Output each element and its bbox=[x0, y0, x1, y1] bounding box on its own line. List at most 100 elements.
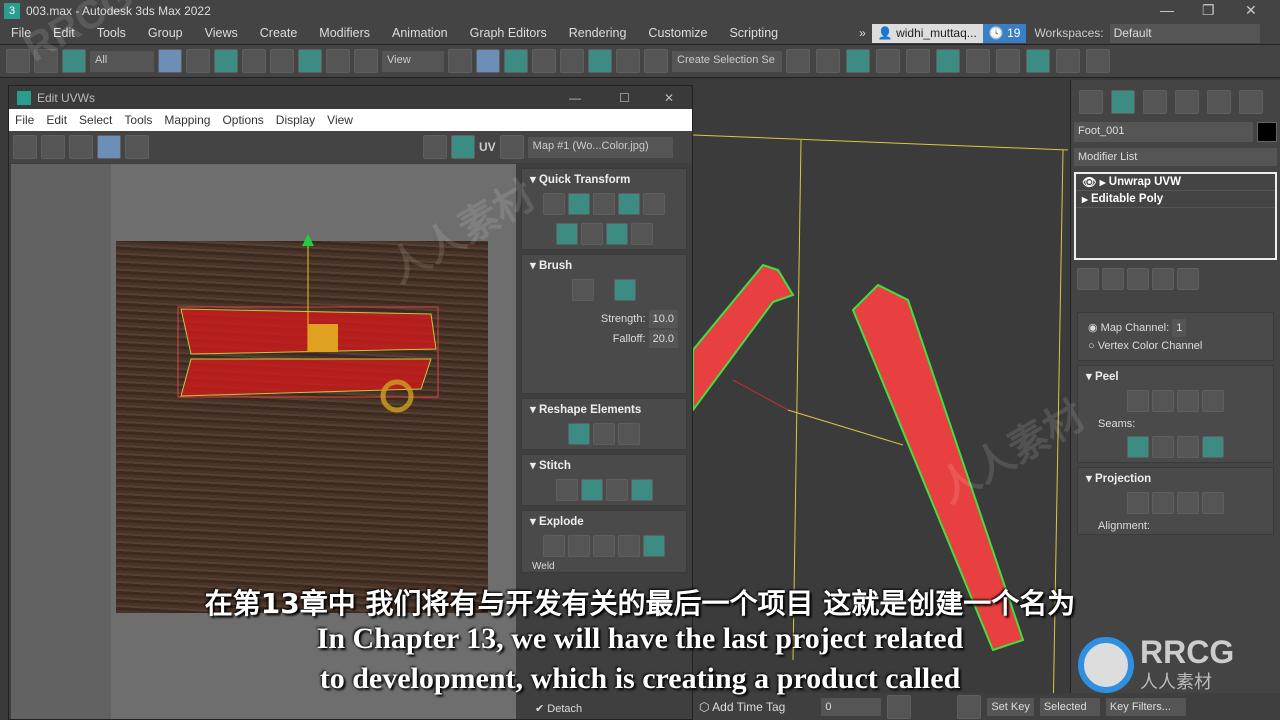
scale-icon[interactable] bbox=[326, 49, 350, 73]
stitch-to-target-icon[interactable] bbox=[580, 479, 603, 501]
uvw-menu-select[interactable]: Select bbox=[73, 113, 118, 127]
flatten-by-group-icon[interactable] bbox=[593, 535, 615, 557]
brush-header[interactable]: ▾ Brush bbox=[522, 255, 686, 275]
rotate-cw-icon[interactable] bbox=[605, 223, 628, 245]
peel-mode-icon[interactable] bbox=[1152, 390, 1174, 412]
select-manipulate-icon[interactable] bbox=[476, 49, 500, 73]
detach-checkbox[interactable]: ✔ Detach bbox=[535, 702, 582, 715]
make-unique-icon[interactable] bbox=[1127, 268, 1149, 290]
menu-rendering[interactable]: Rendering bbox=[558, 26, 638, 40]
utilities-icon[interactable] bbox=[1239, 90, 1263, 114]
paint-move-icon[interactable] bbox=[572, 279, 594, 301]
map-channel-radio[interactable]: ◉ Map Channel: 1 bbox=[1088, 319, 1263, 337]
select-object-icon[interactable] bbox=[158, 49, 182, 73]
selection-set-dropdown[interactable]: Create Selection Se bbox=[672, 50, 782, 72]
explode-header[interactable]: ▾ Explode bbox=[522, 511, 686, 531]
window-crossing-icon[interactable] bbox=[242, 49, 266, 73]
angle-snap-icon[interactable] bbox=[560, 49, 584, 73]
toolbox-icon[interactable] bbox=[906, 49, 930, 73]
linear-align-icon[interactable] bbox=[580, 223, 603, 245]
space-vertical-icon[interactable] bbox=[630, 223, 653, 245]
uvw-menu-display[interactable]: Display bbox=[270, 113, 321, 127]
uvw-minimize-button[interactable]: — bbox=[569, 91, 581, 105]
move-icon[interactable] bbox=[13, 135, 37, 159]
reference-coordinate-dropdown[interactable]: View bbox=[382, 50, 444, 72]
relax-settings-icon[interactable] bbox=[618, 423, 640, 445]
add-time-tag-button[interactable]: ⬡ Add Time Tag bbox=[699, 700, 785, 714]
edit-seams-icon[interactable] bbox=[1127, 436, 1149, 458]
map-channel-spinner[interactable]: 1 bbox=[1172, 319, 1187, 337]
object-name-field[interactable]: Foot_001 bbox=[1074, 122, 1253, 142]
mirror-icon[interactable] bbox=[125, 135, 149, 159]
close-button[interactable]: ✕ bbox=[1245, 2, 1257, 19]
key-selection-dropdown[interactable]: Selected bbox=[1039, 697, 1100, 716]
remove-modifier-icon[interactable] bbox=[1152, 268, 1174, 290]
workspace-dropdown[interactable]: Default bbox=[1109, 23, 1260, 43]
relax-icon[interactable] bbox=[593, 423, 615, 445]
stitch-header[interactable]: ▾ Stitch bbox=[522, 455, 686, 475]
point-to-point-seam-icon[interactable] bbox=[1152, 436, 1174, 458]
rotate-icon[interactable] bbox=[41, 135, 65, 159]
uvw-menu-options[interactable]: Options bbox=[216, 113, 269, 127]
menu-graph-editors[interactable]: Graph Editors bbox=[459, 26, 558, 40]
menu-views[interactable]: Views bbox=[194, 26, 249, 40]
hierarchy-icon[interactable] bbox=[1143, 90, 1167, 114]
strength-spinner[interactable]: 10.0 bbox=[648, 310, 678, 328]
space-horizontal-icon[interactable] bbox=[643, 193, 665, 215]
display-icon[interactable] bbox=[1207, 90, 1231, 114]
menu-scripting[interactable]: Scripting bbox=[718, 26, 789, 40]
uvw-menu-file[interactable]: File bbox=[9, 113, 40, 127]
create-icon[interactable] bbox=[1079, 90, 1103, 114]
minimize-button[interactable]: — bbox=[1160, 2, 1174, 18]
uvw-close-button[interactable]: ✕ bbox=[664, 91, 674, 105]
stack-item-editable-poly[interactable]: ▸ Editable Poly bbox=[1076, 191, 1275, 208]
uvw-menu-view[interactable]: View bbox=[321, 113, 359, 127]
auto-key-icon[interactable] bbox=[957, 694, 982, 719]
move-icon[interactable] bbox=[270, 49, 294, 73]
menu-modifiers[interactable]: Modifiers bbox=[308, 26, 381, 40]
spherical-map-icon[interactable] bbox=[1177, 492, 1199, 514]
expand-icon[interactable]: ▸ bbox=[1082, 192, 1091, 206]
menu-animation[interactable]: Animation bbox=[381, 26, 459, 40]
projection-header[interactable]: ▾ Projection bbox=[1078, 468, 1273, 488]
stack-item-unwrap-uvw[interactable]: 👁 ▸ Unwrap UVW bbox=[1076, 174, 1275, 191]
select-by-name-icon[interactable] bbox=[186, 49, 210, 73]
link-icon[interactable] bbox=[6, 49, 30, 73]
spinner-snap-icon[interactable] bbox=[616, 49, 640, 73]
material-editor-icon[interactable] bbox=[996, 49, 1020, 73]
uvw-menu-mapping[interactable]: Mapping bbox=[158, 113, 216, 127]
uv-axis-toggle[interactable]: UV bbox=[479, 140, 496, 154]
reset-peel-icon[interactable] bbox=[1177, 390, 1199, 412]
eye-icon[interactable]: 👁 ▸ bbox=[1082, 175, 1109, 189]
align-vertical-icon[interactable] bbox=[593, 193, 615, 215]
keyboard-shortcut-icon[interactable] bbox=[504, 49, 528, 73]
layer-explorer-icon[interactable] bbox=[876, 49, 900, 73]
convert-edge-seam-icon[interactable] bbox=[1177, 436, 1199, 458]
schematic-view-icon[interactable] bbox=[966, 49, 990, 73]
box-map-icon[interactable] bbox=[1202, 492, 1224, 514]
menu-create[interactable]: Create bbox=[249, 26, 309, 40]
restore-button[interactable]: ❐ bbox=[1202, 2, 1215, 19]
pivot-icon[interactable] bbox=[448, 49, 472, 73]
object-color-swatch[interactable] bbox=[1257, 122, 1277, 142]
falloff-spinner[interactable]: 20.0 bbox=[648, 330, 678, 348]
straighten-icon[interactable] bbox=[568, 423, 590, 445]
weld-icon[interactable] bbox=[543, 535, 565, 557]
percent-snap-icon[interactable] bbox=[588, 49, 612, 73]
checker-icon[interactable] bbox=[423, 135, 447, 159]
stitch-custom-icon[interactable] bbox=[555, 479, 578, 501]
user-account-button[interactable]: 👤 widhi_muttaq... bbox=[871, 23, 983, 43]
motion-icon[interactable] bbox=[1175, 90, 1199, 114]
render-icon[interactable] bbox=[1086, 49, 1110, 73]
detach-icon[interactable] bbox=[643, 535, 665, 557]
curve-editor-icon[interactable] bbox=[936, 49, 960, 73]
break-icon[interactable] bbox=[568, 535, 590, 557]
quick-peel-icon[interactable] bbox=[1127, 390, 1149, 412]
menu-group[interactable]: Group bbox=[137, 26, 194, 40]
texture-options-icon[interactable] bbox=[499, 135, 524, 159]
uvw-menu-edit[interactable]: Edit bbox=[40, 113, 73, 127]
stitch-average-icon[interactable] bbox=[605, 479, 628, 501]
time-config-icon[interactable] bbox=[887, 694, 912, 719]
menu-customize[interactable]: Customize bbox=[637, 26, 718, 40]
menu-overflow[interactable]: » bbox=[859, 26, 866, 40]
